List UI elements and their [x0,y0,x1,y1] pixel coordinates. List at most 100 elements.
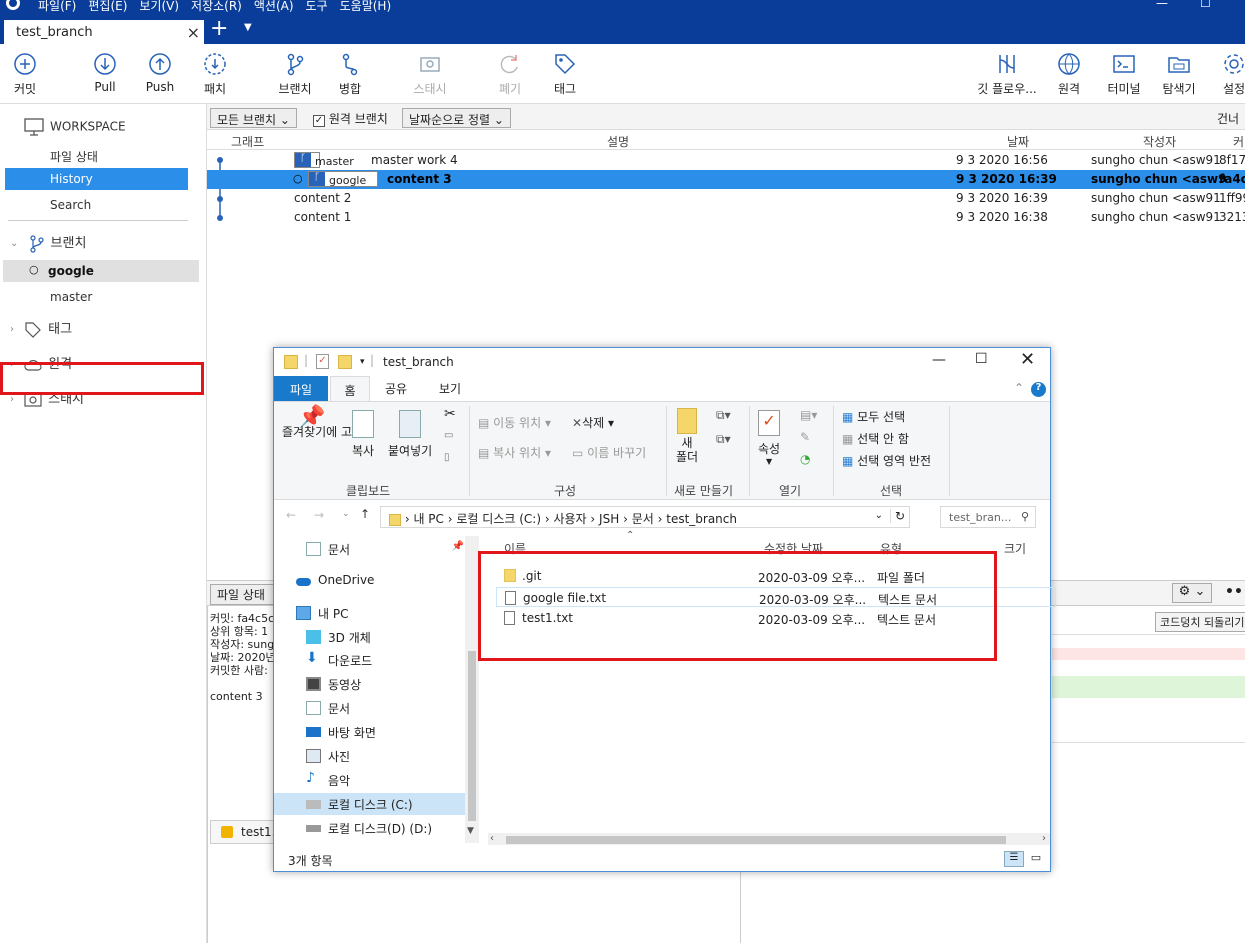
select-all-button[interactable]: ▦ 모두 선택 [842,408,905,425]
repo-tab[interactable]: test_branch × [4,20,204,44]
help-icon[interactable]: ? [1031,382,1046,397]
menu-repository[interactable]: 저장소(R) [191,0,242,14]
col-date[interactable]: 날짜 [1007,133,1029,150]
nav-item-pictures[interactable]: 사진 [298,745,468,767]
qat-dropdown-icon[interactable]: ▾ [360,357,365,367]
paste-shortcut-icon[interactable]: ▯ [444,452,450,463]
breadcrumb-this-pc[interactable]: 내 PC [413,512,443,526]
discard-button[interactable]: 폐기 [482,52,538,97]
menu-actions[interactable]: 액션(A) [254,0,294,14]
patch-button[interactable]: 패치 [187,52,243,97]
nav-item-this-pc[interactable]: 내 PC [288,602,458,624]
close-icon[interactable]: ✕ [1020,349,1035,370]
breadcrumb-local-disk[interactable]: 로컬 디스크 (C:) [456,512,541,526]
git-flow-button[interactable]: 깃 플로우... [972,52,1042,97]
large-icons-view-icon[interactable]: ▭ [1027,851,1045,867]
explorer-button[interactable]: 탐색기 [1151,52,1207,97]
nav-item-downloads[interactable]: ⬇ 다운로드 [298,649,468,671]
sort-dropdown[interactable]: 날짜순으로 정렬 ⌄ [402,108,511,128]
nav-item-music[interactable]: ♪ 음악 [298,769,468,791]
nav-item-desktop[interactable]: 바탕 화면 [298,721,468,743]
file-status-dropdown[interactable]: 파일 상태 [210,584,280,605]
minimize-icon[interactable]: — [1156,0,1168,10]
copy-to-button[interactable]: ▤ 복사 위치 ▾ [478,444,551,461]
col-graph[interactable]: 그래프 [231,133,264,150]
maximize-icon[interactable]: ☐ [975,351,988,367]
new-folder-button[interactable]: 새 폴더 [676,408,698,464]
refresh-icon[interactable]: ↻ [889,509,905,523]
maximize-icon[interactable]: ☐ [1200,0,1211,10]
remote-button[interactable]: 원격 [1041,52,1097,97]
branches-header[interactable]: ⌄ 브랜치 [10,232,86,253]
new-tab-icon[interactable]: + [210,16,228,41]
horizontal-scrollbar-thumb[interactable] [506,836,1006,844]
address-bar[interactable]: › 내 PC › 로컬 디스크 (C:) › 사용자 › JSH › 문서 › … [380,506,910,528]
more-options-icon[interactable]: ••• [1225,584,1245,600]
breadcrumb-documents[interactable]: 문서 [632,512,654,526]
nav-item-3d-objects[interactable]: 3D 개체 [298,626,468,648]
breadcrumb-test-branch[interactable]: test_branch [666,512,737,526]
close-tab-icon[interactable]: × [187,23,200,42]
col-author[interactable]: 작성자 [1143,133,1176,150]
edit-icon[interactable]: ✎ [800,430,810,444]
col-description[interactable]: 설명 [607,133,629,150]
menu-help[interactable]: 도움말(H) [340,0,392,14]
pin-to-quick-access-button[interactable]: 📌 즐겨찾기에 고정 [282,407,363,440]
details-view-icon[interactable]: ☰ [1004,851,1024,867]
back-arrow-icon[interactable]: ← [286,508,296,522]
nav-item-videos[interactable]: 동영상 [298,673,468,695]
move-to-button[interactable]: ▤ 이동 위치 ▾ [478,414,551,431]
commit-row[interactable]: content 1 9 3 2020 16:38 sungho chun <as… [207,208,1245,227]
col-commit[interactable]: 커 [1233,133,1244,150]
search-input[interactable]: test_bran... ⚲ [940,506,1036,528]
nav-scrollbar[interactable]: ▼ [465,536,479,843]
breadcrumb-users[interactable]: 사용자 [553,512,586,526]
revert-hunk-button[interactable]: 코드덩치 되돌리기 [1155,612,1245,632]
settings-dropdown[interactable]: ⚙ ⌄ [1172,583,1212,603]
delete-button[interactable]: ✕삭제 ▾ [572,414,614,431]
history-icon[interactable]: ◔ [800,452,810,466]
branch-button[interactable]: 브랜치 [267,52,323,97]
tab-dropdown-icon[interactable]: ▼ [244,22,252,33]
sidebar-branch-google[interactable]: ○ google [3,260,199,282]
nav-item-documents-pinned[interactable]: 문서 📌 [298,538,468,560]
minimize-icon[interactable]: — [932,352,946,368]
tab-share[interactable]: 공유 [385,380,407,397]
address-dropdown-icon[interactable]: ⌄ [875,510,883,521]
menu-tools[interactable]: 도구 [306,0,328,14]
sidebar-branch-master[interactable]: master [5,286,188,308]
menu-view[interactable]: 보기(V) [139,0,179,14]
terminal-button[interactable]: 터미널 [1096,52,1152,97]
tab-home[interactable]: 홈 [330,376,370,402]
copy-button[interactable]: 복사 [352,410,374,459]
properties-button[interactable]: ✓ 속성 ▼ [758,410,780,466]
paste-button[interactable]: 붙여넣기 [388,410,432,459]
commit-row[interactable]: content 2 9 3 2020 16:39 sungho chun <as… [207,189,1245,208]
commit-row[interactable]: ᚴ master master work 4 9 3 2020 16:56 sun… [207,151,1245,170]
easy-access-icon[interactable]: ⧉▾ [716,432,731,447]
pull-button[interactable]: Pull [77,52,133,94]
menu-edit[interactable]: 편집(E) [88,0,127,14]
up-arrow-icon[interactable]: ↑ [360,507,370,521]
tags-header[interactable]: › 태그 [10,318,72,339]
tab-file[interactable]: 파일 [274,376,328,401]
remote-branches-checkbox[interactable]: ✓ 원격 브랜치 [313,110,388,127]
settings-button[interactable]: 설정 [1206,52,1245,97]
forward-arrow-icon[interactable]: → [314,508,324,522]
ribbon-collapse-icon[interactable]: ⌃ [1014,381,1024,395]
push-button[interactable]: Push [132,52,188,94]
nav-item-onedrive[interactable]: OneDrive [288,570,458,592]
commit-row-selected[interactable]: ○ ᚴ google content 3 9 3 2020 16:39 sungh… [207,170,1245,189]
sidebar-item-search[interactable]: Search [5,194,188,216]
new-folder-icon[interactable] [338,355,352,369]
merge-button[interactable]: 병합 [322,52,378,97]
scroll-left-icon[interactable]: ‹ [490,833,494,844]
nav-item-documents[interactable]: 문서 [298,697,468,719]
rename-button[interactable]: ▭ 이름 바꾸기 [572,444,646,461]
tab-view[interactable]: 보기 [439,380,461,397]
cut-icon[interactable]: ✂ [444,406,456,422]
col-size[interactable]: 크기 [1004,540,1026,557]
nav-scrollbar-thumb[interactable] [468,651,476,821]
recent-dropdown-icon[interactable]: ⌄ [342,509,350,519]
scroll-right-icon[interactable]: › [1042,833,1046,844]
